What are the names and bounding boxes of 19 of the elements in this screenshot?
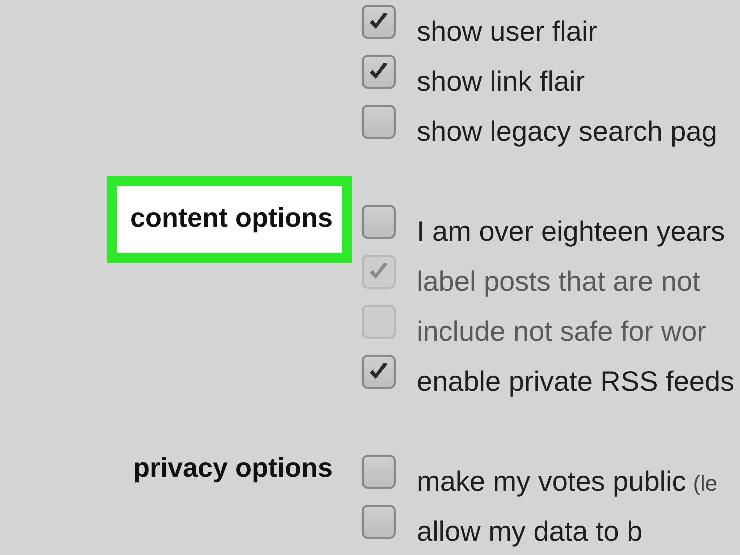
checkbox[interactable] — [362, 505, 396, 539]
checkbox[interactable] — [362, 455, 396, 489]
option-label: include not safe for wor — [417, 315, 706, 349]
checkbox[interactable] — [362, 55, 396, 89]
option-label: enable private RSS feeds — [417, 365, 735, 399]
checkbox[interactable] — [362, 105, 396, 139]
option-label: allow my data to b — [417, 515, 643, 549]
section-heading: privacy options — [132, 452, 334, 485]
option-label: I am over eighteen years — [417, 215, 726, 249]
checkbox[interactable] — [362, 355, 396, 389]
checkbox[interactable] — [362, 205, 396, 239]
checkbox[interactable] — [362, 5, 396, 39]
option-label: make my votes public — [417, 465, 686, 499]
option-note: (le — [693, 470, 718, 498]
option-label: show link flair — [417, 65, 586, 99]
option-label: show legacy search pag — [417, 115, 718, 149]
option-label: label posts that are not — [417, 265, 700, 299]
section-heading: content options — [106, 176, 352, 263]
option-label: show user flair — [417, 15, 598, 49]
